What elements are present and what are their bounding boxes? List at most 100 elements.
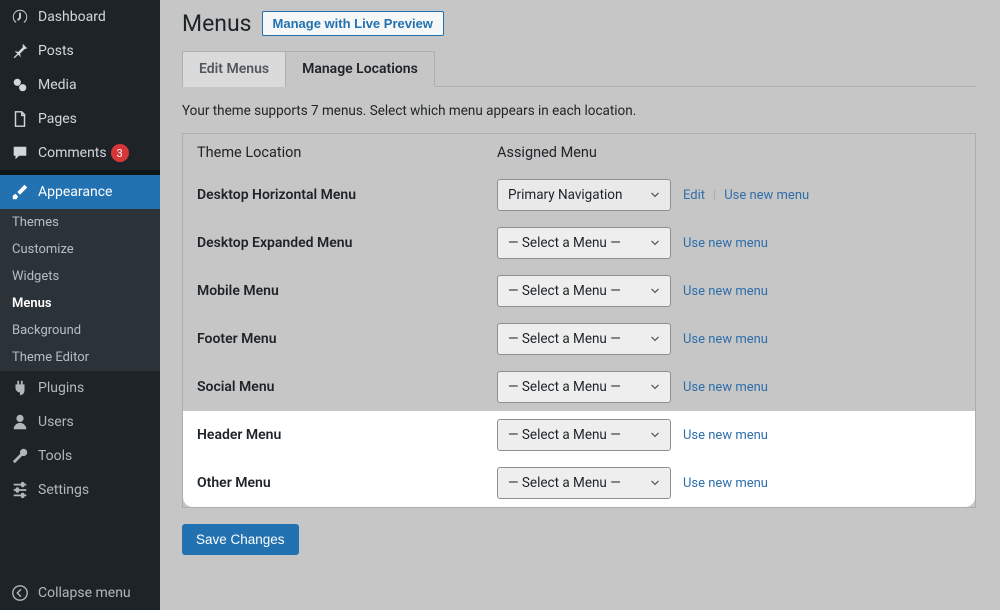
tab-edit-menus[interactable]: Edit Menus [182, 51, 286, 87]
location-controls: — Select a Menu — Use new menu [497, 323, 961, 355]
use-new-menu-link[interactable]: Use new menu [683, 476, 768, 491]
chevron-down-icon [648, 380, 662, 394]
chevron-down-icon [648, 236, 662, 250]
comment-icon [10, 143, 30, 163]
save-changes-button[interactable]: Save Changes [182, 524, 299, 555]
sidebar-subitem-menus[interactable]: Menus [0, 290, 160, 317]
description-text: Your theme supports 7 menus. Select whic… [182, 103, 976, 119]
location-row: Other Menu— Select a Menu —Use new menu [183, 459, 975, 507]
sidebar-subitem-customize[interactable]: Customize [0, 236, 160, 263]
location-row: Header Menu — Select a Menu — Use new menu [183, 411, 975, 459]
row-links: Use new menu [683, 284, 768, 299]
manage-live-preview-button[interactable]: Manage with Live Preview [262, 11, 444, 36]
nav-tabs: Edit MenusManage Locations [182, 51, 976, 87]
use-new-menu-link[interactable]: Use new menu [683, 284, 768, 299]
location-row: Desktop Horizontal Menu Primary Navigatio… [183, 171, 975, 219]
assigned-menu-select[interactable]: Primary Navigation [497, 179, 671, 211]
row-links: Use new menu [683, 428, 768, 443]
sidebar-item-label: Pages [38, 111, 77, 127]
location-label: Social Menu [197, 379, 497, 395]
sidebar-item-tools[interactable]: Tools [0, 439, 160, 473]
column-header-assigned: Assigned Menu [497, 144, 961, 161]
select-value: Primary Navigation [508, 187, 622, 203]
select-value: — Select a Menu — [508, 283, 621, 299]
sidebar-item-posts[interactable]: Posts [0, 34, 160, 68]
table-header-row: Theme Location Assigned Menu [183, 134, 975, 171]
assigned-menu-select[interactable]: — Select a Menu — [497, 371, 671, 403]
location-label: Desktop Expanded Menu [197, 235, 497, 251]
use-new-menu-link[interactable]: Use new menu [683, 236, 768, 251]
assigned-menu-select[interactable]: — Select a Menu — [497, 275, 671, 307]
sidebar-item-media[interactable]: Media [0, 68, 160, 102]
location-controls: — Select a Menu — Use new menu [497, 227, 961, 259]
collapse-icon [10, 583, 30, 603]
tab-manage-locations[interactable]: Manage Locations [286, 51, 435, 87]
sidebar-subitem-background[interactable]: Background [0, 317, 160, 344]
select-value: — Select a Menu — [508, 475, 621, 491]
brush-icon [10, 182, 30, 202]
use-new-menu-link[interactable]: Use new menu [724, 188, 809, 203]
sidebar-collapse[interactable]: Collapse menu [0, 576, 160, 610]
page-header: Menus Manage with Live Preview [182, 10, 976, 37]
link-divider: | [713, 188, 716, 203]
chevron-down-icon [648, 284, 662, 298]
plugin-icon [10, 378, 30, 398]
chevron-down-icon [648, 332, 662, 346]
location-row: Social Menu — Select a Menu — Use new menu [183, 363, 975, 411]
location-controls: — Select a Menu — Use new menu [497, 275, 961, 307]
dashboard-icon [10, 7, 30, 27]
page-title: Menus [182, 10, 252, 37]
use-new-menu-link[interactable]: Use new menu [683, 428, 768, 443]
sidebar-item-label: Settings [38, 482, 89, 498]
sidebar-item-label: Media [38, 77, 77, 93]
sidebar-item-settings[interactable]: Settings [0, 473, 160, 507]
sidebar-item-appearance[interactable]: Appearance [0, 175, 160, 209]
sidebar-item-label: Comments [38, 145, 107, 161]
row-links: Use new menu [683, 236, 768, 251]
chevron-down-icon [648, 428, 662, 442]
location-row: Mobile Menu — Select a Menu — Use new menu [183, 267, 975, 315]
sidebar-item-label: Users [38, 414, 74, 430]
assigned-menu-select[interactable]: — Select a Menu — [497, 227, 671, 259]
sidebar-item-label: Tools [38, 448, 72, 464]
sidebar-item-users[interactable]: Users [0, 405, 160, 439]
edit-link[interactable]: Edit [683, 188, 705, 203]
location-label: Desktop Horizontal Menu [197, 187, 497, 203]
settings-icon [10, 480, 30, 500]
sidebar-subitem-widgets[interactable]: Widgets [0, 263, 160, 290]
sidebar-item-label: Collapse menu [38, 585, 131, 601]
sidebar-item-pages[interactable]: Pages [0, 102, 160, 136]
sidebar-item-label: Dashboard [38, 9, 106, 25]
use-new-menu-link[interactable]: Use new menu [683, 380, 768, 395]
pin-icon [10, 41, 30, 61]
sidebar-item-label: Plugins [38, 380, 84, 396]
select-value: — Select a Menu — [508, 235, 621, 251]
assigned-menu-select[interactable]: — Select a Menu — [497, 419, 671, 451]
sidebar-item-label: Posts [38, 43, 74, 59]
location-controls: — Select a Menu — Use new menu [497, 467, 961, 499]
sidebar-item-plugins[interactable]: Plugins [0, 371, 160, 405]
row-links: Use new menu [683, 380, 768, 395]
location-label: Header Menu [197, 427, 497, 443]
use-new-menu-link[interactable]: Use new menu [683, 332, 768, 347]
sidebar-subitem-themes[interactable]: Themes [0, 209, 160, 236]
assigned-menu-select[interactable]: — Select a Menu — [497, 323, 671, 355]
sidebar-item-label: Appearance [38, 184, 112, 200]
assigned-menu-select[interactable]: — Select a Menu — [497, 467, 671, 499]
sidebar-item-dashboard[interactable]: Dashboard [0, 0, 160, 34]
location-label: Footer Menu [197, 331, 497, 347]
page-icon [10, 109, 30, 129]
select-value: — Select a Menu — [508, 427, 621, 443]
row-links: Use new menu [683, 476, 768, 491]
row-links: Edit | Use new menu [683, 188, 809, 203]
sidebar-item-comments[interactable]: Comments3 [0, 136, 160, 170]
sidebar-subitem-theme-editor[interactable]: Theme Editor [0, 344, 160, 371]
admin-sidebar: Dashboard Posts Media Pages Comments3 Appear… [0, 0, 160, 610]
location-label: Mobile Menu [197, 283, 497, 299]
location-controls: — Select a Menu — Use new menu [497, 371, 961, 403]
menu-locations-table: Theme Location Assigned Menu Desktop Hor… [182, 133, 976, 508]
location-row: Desktop Expanded Menu — Select a Menu — Us… [183, 219, 975, 267]
select-value: — Select a Menu — [508, 379, 621, 395]
media-icon [10, 75, 30, 95]
location-row: Footer Menu— Select a Menu — Use new menu [183, 315, 975, 363]
